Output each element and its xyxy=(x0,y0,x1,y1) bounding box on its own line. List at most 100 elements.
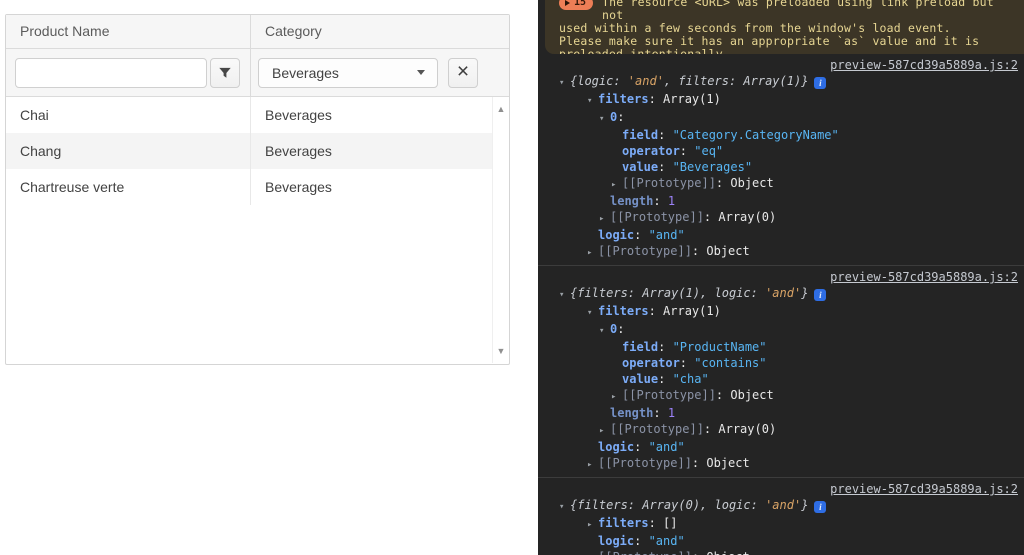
console-token: : xyxy=(658,372,672,386)
source-link[interactable]: preview-587cd39a5889a.js:2 xyxy=(830,270,1018,284)
expand-arrow-icon[interactable]: ▸ xyxy=(587,517,598,533)
warning-text-line: The resource <URL> was preloaded using l… xyxy=(559,0,1014,22)
category-cell: Beverages xyxy=(251,169,491,205)
console-token: [[Prototype]] xyxy=(622,388,716,402)
expand-arrow-icon[interactable]: ▸ xyxy=(611,389,622,405)
console-object-line: ▾{filters: Array(0), logic: 'and'}i xyxy=(538,497,1024,515)
console-token: [[Prototype]] xyxy=(610,422,704,436)
console-token: length xyxy=(610,194,653,208)
grid-filter-row: Beverages × xyxy=(6,49,509,97)
product-filter-input[interactable] xyxy=(15,58,207,88)
console-object-line: ▾{filters: Array(1), logic: 'and'}i xyxy=(538,285,1024,303)
console-token: Object xyxy=(706,456,749,470)
category-dropdown[interactable]: Beverages xyxy=(258,58,438,88)
console-token: : xyxy=(692,550,706,555)
console-token: [[Prototype]] xyxy=(598,456,692,470)
console-token: : xyxy=(704,210,718,224)
console-token: Array(1) xyxy=(663,304,721,318)
console-token: 'and' xyxy=(765,498,801,512)
collapse-arrow-icon[interactable]: ▾ xyxy=(559,499,570,515)
console-token: : xyxy=(634,534,648,548)
console-token: filters xyxy=(598,516,649,530)
clear-filter-button[interactable]: × xyxy=(448,58,478,88)
console-object-line: length: 1 xyxy=(538,193,1024,209)
console-object-line: field: "Category.CategoryName" xyxy=(538,127,1024,143)
console-token: : xyxy=(649,92,663,106)
product-filter-cell xyxy=(6,49,251,96)
console-token: "Beverages" xyxy=(673,160,752,174)
console-object-line: operator: "contains" xyxy=(538,355,1024,371)
info-icon[interactable]: i xyxy=(814,289,826,301)
console-token: : xyxy=(680,356,694,370)
filter-scrollbar-filler xyxy=(491,49,509,96)
console-token: {logic: xyxy=(570,74,628,88)
console-object-line: ▾0: xyxy=(538,321,1024,339)
console-token: : xyxy=(649,304,663,318)
info-icon[interactable]: i xyxy=(814,501,826,513)
warning-count-badge[interactable]: 15 xyxy=(559,0,593,10)
expand-arrow-icon[interactable]: ▸ xyxy=(587,457,598,473)
column-header-category: Category xyxy=(251,15,491,48)
console-token: : xyxy=(617,322,624,336)
console-object-line: length: 1 xyxy=(538,405,1024,421)
console-token: : xyxy=(617,110,624,124)
console-token: 1 xyxy=(668,194,675,208)
console-token: [] xyxy=(663,516,677,530)
expand-arrow-icon[interactable]: ▸ xyxy=(611,177,622,193)
console-token: field xyxy=(622,128,658,142)
expand-arrow-icon[interactable]: ▸ xyxy=(587,551,598,555)
console-token: {filters: Array(0), logic: xyxy=(570,498,765,512)
filter-button[interactable] xyxy=(210,58,240,88)
table-row[interactable]: ChangBeverages xyxy=(6,133,509,169)
table-row[interactable]: ChaiBeverages xyxy=(6,97,509,133)
console-token: "ProductName" xyxy=(673,340,767,354)
collapse-arrow-icon[interactable]: ▾ xyxy=(599,111,610,127)
grid-header-row: Product Name Category xyxy=(6,15,509,49)
column-header-product-name: Product Name xyxy=(6,15,251,48)
scroll-down-icon[interactable]: ▼ xyxy=(493,346,509,356)
console-token: Array(0) xyxy=(718,422,776,436)
products-grid: Product Name Category Beverages × xyxy=(5,14,510,365)
console-token: [[Prototype]] xyxy=(598,244,692,258)
collapse-arrow-icon[interactable]: ▾ xyxy=(587,305,598,321)
category-cell: Beverages xyxy=(251,97,491,133)
collapse-arrow-icon[interactable]: ▾ xyxy=(587,93,598,109)
console-token: : xyxy=(653,194,667,208)
scroll-up-icon[interactable]: ▲ xyxy=(493,104,509,114)
collapse-arrow-icon[interactable]: ▾ xyxy=(599,323,610,339)
console-object-line: ▸[[Prototype]]: Object xyxy=(538,455,1024,473)
console-object-line: ▸[[Prototype]]: Object xyxy=(538,549,1024,555)
console-token: value xyxy=(622,372,658,386)
info-icon[interactable]: i xyxy=(814,77,826,89)
console-token: Object xyxy=(730,176,773,190)
console-token: Object xyxy=(706,550,749,555)
source-link[interactable]: preview-587cd39a5889a.js:2 xyxy=(830,58,1018,72)
table-row[interactable]: Chartreuse verteBeverages xyxy=(6,169,509,205)
collapse-arrow-icon[interactable]: ▾ xyxy=(559,75,570,91)
vertical-scrollbar[interactable]: ▲ ▼ xyxy=(492,97,509,363)
console-token: : xyxy=(658,340,672,354)
console-token: : xyxy=(658,160,672,174)
console-token: [[Prototype]] xyxy=(598,550,692,555)
console-token: Object xyxy=(706,244,749,258)
expand-arrow-icon[interactable]: ▸ xyxy=(587,245,598,261)
product-name-cell: Chai xyxy=(6,97,251,133)
source-link[interactable]: preview-587cd39a5889a.js:2 xyxy=(830,482,1018,496)
console-token: : xyxy=(692,456,706,470)
console-token: [[Prototype]] xyxy=(610,210,704,224)
console-object-line: ▾filters: Array(1) xyxy=(538,91,1024,109)
source-link-row: preview-587cd39a5889a.js:2 xyxy=(538,57,1024,73)
console-token: [[Prototype]] xyxy=(622,176,716,190)
header-scrollbar-filler xyxy=(491,15,509,48)
console-token: value xyxy=(622,160,658,174)
collapse-arrow-icon[interactable]: ▾ xyxy=(559,287,570,303)
console-token: Object xyxy=(730,388,773,402)
close-icon: × xyxy=(457,61,469,82)
console-token: logic xyxy=(598,440,634,454)
console-token: : xyxy=(653,406,667,420)
console-entry: preview-587cd39a5889a.js:2▾{logic: 'and'… xyxy=(538,54,1024,265)
console-object-line: field: "ProductName" xyxy=(538,339,1024,355)
expand-arrow-icon[interactable]: ▸ xyxy=(599,211,610,227)
console-token: operator xyxy=(622,356,680,370)
expand-arrow-icon[interactable]: ▸ xyxy=(599,423,610,439)
